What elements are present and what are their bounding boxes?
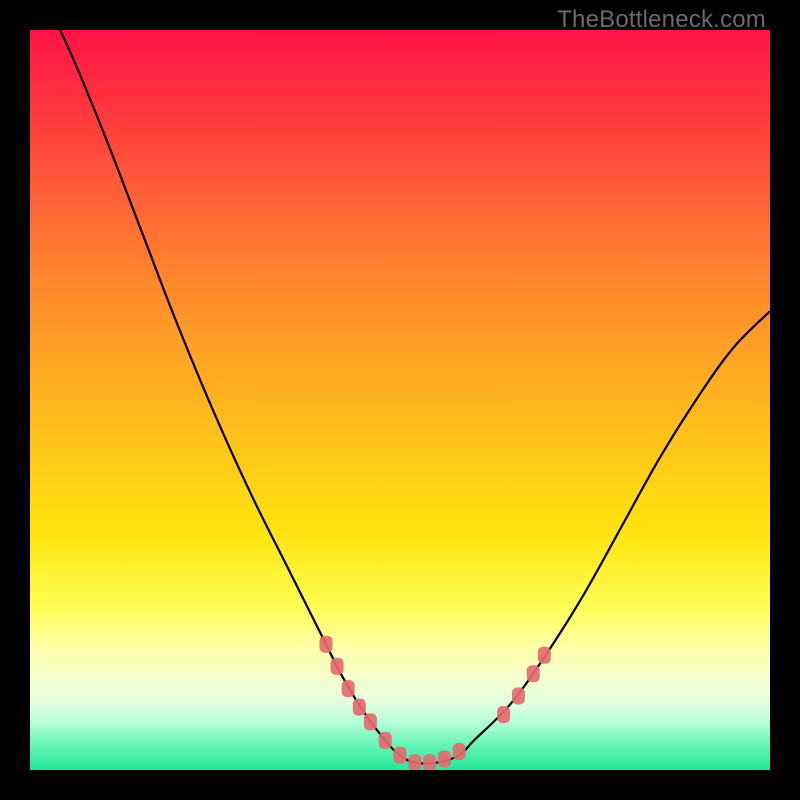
- plot-area: [30, 30, 770, 770]
- curve-marker: [497, 706, 510, 723]
- chart-frame: TheBottleneck.com: [0, 0, 800, 800]
- bottleneck-curve: [30, 30, 770, 764]
- curve-marker: [353, 699, 366, 716]
- curve-marker: [364, 713, 377, 730]
- curve-marker: [408, 754, 421, 770]
- curve-marker: [453, 743, 466, 760]
- watermark-text: TheBottleneck.com: [557, 6, 766, 34]
- curve-layer: [30, 30, 770, 770]
- curve-marker: [342, 680, 355, 697]
- curve-marker: [331, 658, 344, 675]
- curve-marker: [423, 754, 436, 770]
- curve-marker: [538, 647, 551, 664]
- curve-markers: [320, 636, 551, 770]
- curve-marker: [394, 747, 407, 764]
- curve-marker: [379, 732, 392, 749]
- curve-marker: [438, 750, 451, 767]
- curve-marker: [512, 688, 525, 705]
- curve-marker: [320, 636, 333, 653]
- curve-marker: [527, 665, 540, 682]
